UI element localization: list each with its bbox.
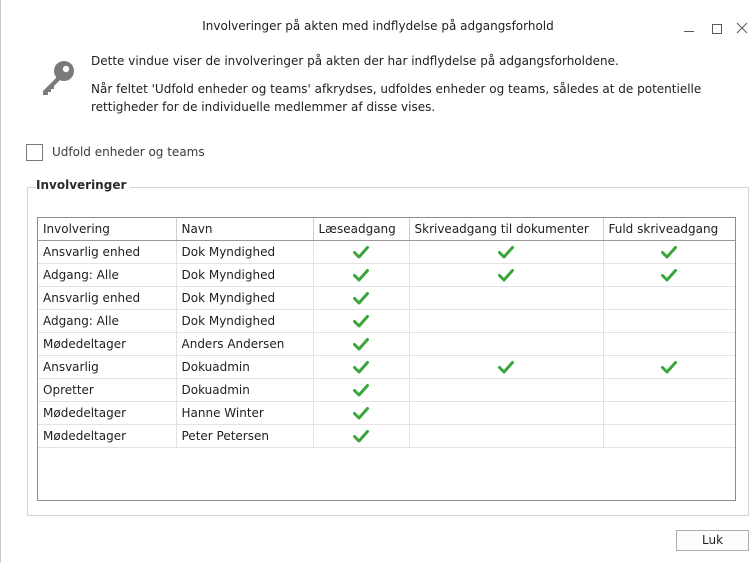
cell-navn: Hanne Winter (176, 401, 314, 425)
cell-navn: Dok Myndighed (176, 309, 314, 333)
check-icon (353, 338, 369, 351)
cell-skriveadgang (409, 401, 604, 425)
column-header-laeseadgang[interactable]: Læseadgang (313, 218, 410, 241)
maximize-icon (712, 24, 722, 34)
maximize-button[interactable] (705, 18, 729, 38)
involvement-table: Involvering Navn Læseadgang Skriveadgang… (38, 218, 735, 448)
description-line-2: Når feltet 'Udfold enheder og teams' afk… (91, 82, 702, 114)
cell-skriveadgang (409, 240, 604, 264)
table-row[interactable]: Mødedeltager Anders Andersen (38, 332, 735, 356)
cell-involvering: Adgang: Alle (38, 309, 177, 333)
cell-laeseadgang (313, 332, 410, 356)
cell-laeseadgang (313, 286, 410, 310)
check-icon (353, 384, 369, 397)
cell-involvering: Ansvarlig enhed (38, 240, 177, 264)
description-line-1: Dette vindue viser de involveringer på a… (91, 54, 619, 68)
expand-checkbox-label[interactable]: Udfold enheder og teams (52, 145, 205, 159)
cell-navn: Dok Myndighed (176, 286, 314, 310)
window-title: Involveringer på akten med indflydelse p… (202, 19, 554, 33)
table-row[interactable]: Mødedeltager Peter Petersen (38, 424, 735, 448)
cell-involvering: Ansvarlig (38, 355, 177, 379)
involvement-grid[interactable]: Involvering Navn Læseadgang Skriveadgang… (37, 217, 736, 501)
cell-laeseadgang (313, 309, 410, 333)
table-row[interactable]: Opretter Dokuadmin (38, 378, 735, 402)
cell-laeseadgang (313, 355, 410, 379)
cell-skriveadgang (409, 309, 604, 333)
check-icon (661, 269, 678, 282)
involveringer-group: Involveringer Involvering Navn Læseadgan… (27, 178, 749, 516)
cell-skriveadgang (409, 263, 604, 287)
table-row[interactable]: Ansvarlig Dokuadmin (38, 355, 735, 379)
cell-skriveadgang (409, 424, 604, 448)
cell-navn: Anders Andersen (176, 332, 314, 356)
cell-fuld-skriveadgang (603, 401, 735, 425)
column-header-fuld-skriveadgang[interactable]: Fuld skriveadgang (603, 218, 735, 241)
cell-involvering: Ansvarlig enhed (38, 286, 177, 310)
title-bar[interactable]: Involveringer på akten med indflydelse p… (1, 0, 754, 46)
check-icon (498, 269, 514, 282)
table-row[interactable]: Mødedeltager Hanne Winter (38, 401, 735, 425)
check-icon (353, 292, 369, 305)
cell-navn: Dokuadmin (176, 355, 314, 379)
cell-fuld-skriveadgang (603, 263, 735, 287)
table-row[interactable]: Ansvarlig enhed Dok Myndighed (38, 240, 735, 264)
cell-laeseadgang (313, 240, 410, 264)
key-icon (43, 61, 74, 95)
cell-involvering: Mødedeltager (38, 401, 177, 425)
cell-navn: Dokuadmin (176, 378, 314, 402)
cell-involvering: Adgang: Alle (38, 263, 177, 287)
check-icon (353, 407, 369, 420)
check-icon (353, 430, 369, 443)
check-icon (353, 315, 369, 328)
cell-navn: Dok Myndighed (176, 240, 314, 264)
check-icon (353, 361, 369, 374)
cell-fuld-skriveadgang (603, 286, 735, 310)
check-icon (498, 246, 514, 259)
cell-involvering: Mødedeltager (38, 332, 177, 356)
table-row[interactable]: Adgang: Alle Dok Myndighed (38, 263, 735, 287)
cell-laeseadgang (313, 424, 410, 448)
column-header-navn[interactable]: Navn (176, 218, 314, 241)
cell-skriveadgang (409, 332, 604, 356)
cell-laeseadgang (313, 378, 410, 402)
cell-navn: Peter Petersen (176, 424, 314, 448)
header-row: Involvering Navn Læseadgang Skriveadgang… (38, 218, 735, 241)
dialog-window: Involveringer på akten med indflydelse p… (0, 0, 754, 563)
check-icon (353, 246, 369, 259)
cell-skriveadgang (409, 378, 604, 402)
check-icon (498, 361, 514, 374)
minimize-button[interactable] (677, 18, 701, 38)
cell-laeseadgang (313, 401, 410, 425)
grid-body: Ansvarlig enhed Dok Myndighed Adgang: Alle… (38, 240, 735, 448)
cell-fuld-skriveadgang (603, 332, 735, 356)
expand-checkbox[interactable] (26, 143, 43, 161)
cell-involvering: Mødedeltager (38, 424, 177, 448)
cell-fuld-skriveadgang (603, 355, 735, 379)
minimize-icon (684, 31, 694, 32)
cell-fuld-skriveadgang (603, 240, 735, 264)
cell-navn: Dok Myndighed (176, 263, 314, 287)
table-row[interactable]: Ansvarlig enhed Dok Myndighed (38, 286, 735, 310)
cell-involvering: Opretter (38, 378, 177, 402)
close-icon (736, 22, 748, 34)
column-header-skriveadgang[interactable]: Skriveadgang til dokumenter (409, 218, 604, 241)
column-header-involvering[interactable]: Involvering (38, 218, 177, 241)
cell-skriveadgang (409, 355, 604, 379)
check-icon (661, 361, 678, 374)
description: Dette vindue viser de involveringer på a… (91, 52, 731, 126)
cell-fuld-skriveadgang (603, 424, 735, 448)
cell-skriveadgang (409, 286, 604, 310)
check-icon (353, 269, 369, 282)
table-row[interactable]: Adgang: Alle Dok Myndighed (38, 309, 735, 333)
cell-fuld-skriveadgang (603, 309, 735, 333)
expand-option[interactable]: Udfold enheder og teams (26, 142, 205, 162)
close-button[interactable]: Luk (676, 530, 749, 551)
cell-laeseadgang (313, 263, 410, 287)
cell-fuld-skriveadgang (603, 378, 735, 402)
close-window-button[interactable] (730, 18, 754, 38)
check-icon (661, 246, 678, 259)
group-title: Involveringer (36, 178, 131, 192)
